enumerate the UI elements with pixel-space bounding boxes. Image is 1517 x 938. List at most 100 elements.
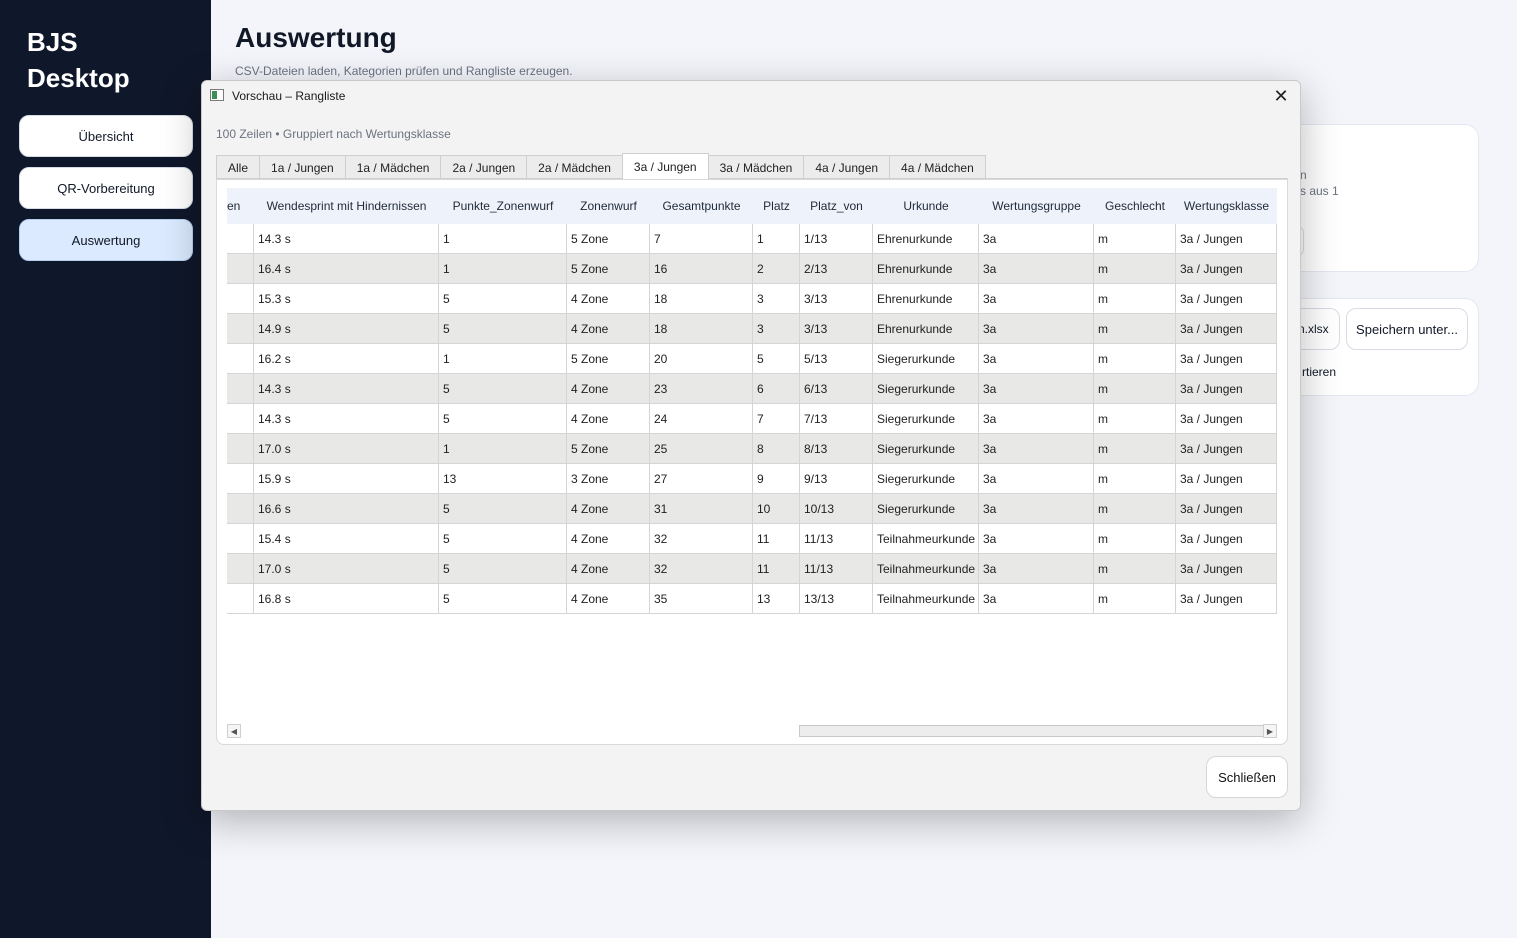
column-header[interactable]: Urkunde <box>873 188 979 224</box>
table-cell: 3a / Jungen <box>1176 254 1277 283</box>
table-cell: Ehrenurkunde <box>873 284 979 313</box>
tab-alle[interactable]: Alle <box>216 155 261 179</box>
tab-3a-mädchen[interactable]: 3a / Mädchen <box>707 155 805 179</box>
table-cell: 1 <box>753 224 800 253</box>
tab-1a-jungen[interactable]: 1a / Jungen <box>259 155 346 179</box>
table-row[interactable]: 14.3 s54 Zone 24 7 7/13 Siegerurkunde 3a m 3a /… <box>227 404 1277 434</box>
ranking-table[interactable]: en Wendesprint mit Hindernissen Punkte_Zon… <box>227 188 1277 718</box>
table-row[interactable]: 16.4 s15 Zone 16 2 2/13 Ehrenurkunde 3a m 3a / … <box>227 254 1277 284</box>
column-header[interactable]: Platz_von <box>800 188 873 224</box>
column-header[interactable]: Geschlecht <box>1094 188 1176 224</box>
table-row[interactable]: 15.3 s54 Zone 18 3 3/13 Ehrenurkunde 3a m 3a / … <box>227 284 1277 314</box>
table-cell: 3a <box>979 494 1094 523</box>
table-row[interactable]: 15.9 s 13 3 Zone 27 9 9/13 Siegerurkunde 3a m 3a … <box>227 464 1277 494</box>
table-cell: 5 Zone <box>567 344 650 373</box>
table-cell: 18 <box>650 314 753 343</box>
table-cell: m <box>1094 254 1176 283</box>
table-cell: 14.3 s <box>254 374 439 403</box>
table-cell: 4 Zone <box>567 584 650 613</box>
table-cell: 1 <box>439 224 567 253</box>
table-cell: 3a / Jungen <box>1176 524 1277 553</box>
table-row[interactable]: 16.6 s54 Zone 31 10 10/13 Siegerurkunde 3a m 3a… <box>227 494 1277 524</box>
table-cell: 3a <box>979 584 1094 613</box>
tab-2a-jungen[interactable]: 2a / Jungen <box>440 155 528 179</box>
table-row[interactable]: 17.0 s15 Zone 25 8 8/13 Siegerurkunde 3a m 3a /… <box>227 434 1277 464</box>
table-cell: 20 <box>650 344 753 373</box>
scrollbar-thumb[interactable] <box>799 725 1265 737</box>
table-cell <box>227 404 254 433</box>
column-header[interactable]: Punkte_Zonenwurf <box>439 188 567 224</box>
table-cell: m <box>1094 344 1176 373</box>
table-cell: 9/13 <box>800 464 873 493</box>
dialog-titlebar[interactable]: Vorschau – Rangliste ✕ <box>202 81 1300 111</box>
table-cell: 3a / Jungen <box>1176 464 1277 493</box>
table-cell: 3a / Jungen <box>1176 374 1277 403</box>
close-button[interactable]: Schließen <box>1206 756 1288 798</box>
table-cell <box>227 434 254 463</box>
table-cell: 14.3 s <box>254 224 439 253</box>
column-header[interactable]: Platz <box>753 188 800 224</box>
export-action-label[interactable]: rtieren <box>1302 365 1336 379</box>
sidebar-item-uebersicht[interactable]: Übersicht <box>19 115 193 157</box>
table-cell: 27 <box>650 464 753 493</box>
table-cell: 1 <box>439 344 567 373</box>
table-cell: 3 <box>753 284 800 313</box>
table-row[interactable]: 14.3 s15 Zone 7 1 1/13 Ehrenurkunde 3a m 3a / J… <box>227 224 1277 254</box>
column-header[interactable]: Gesamtpunkte <box>650 188 753 224</box>
table-cell: m <box>1094 284 1176 313</box>
tab-1a-mädchen[interactable]: 1a / Mädchen <box>344 155 442 179</box>
table-cell: 4 Zone <box>567 284 650 313</box>
table-cell: 3a <box>979 524 1094 553</box>
horizontal-scrollbar[interactable]: ◀ ▶ <box>227 724 1277 738</box>
table-row[interactable]: 17.0 s54 Zone 32 11 11/13 Teilnahmeurkunde 3a… <box>227 554 1277 584</box>
table-row[interactable]: 15.4 s54 Zone 32 11 11/13 Teilnahmeurkunde 3a… <box>227 524 1277 554</box>
scroll-right-icon[interactable]: ▶ <box>1263 724 1277 738</box>
table-cell: 3a / Jungen <box>1176 434 1277 463</box>
scroll-left-icon[interactable]: ◀ <box>227 724 241 738</box>
table-cell: 3a <box>979 374 1094 403</box>
table-cell: m <box>1094 524 1176 553</box>
table-cell: Ehrenurkunde <box>873 314 979 343</box>
table-cell: 5 <box>439 284 567 313</box>
column-header[interactable]: Wertungsgruppe <box>979 188 1094 224</box>
table-cell: 5 <box>439 524 567 553</box>
table-cell: 4 Zone <box>567 374 650 403</box>
table-row[interactable]: 14.3 s54 Zone 23 6 6/13 Siegerurkunde 3a m 3a /… <box>227 374 1277 404</box>
tab-4a-jungen[interactable]: 4a / Jungen <box>803 155 891 179</box>
table-cell: 1 <box>439 434 567 463</box>
table-cell: 13 <box>439 464 567 493</box>
table-cell: 3a <box>979 464 1094 493</box>
row-count-info: 100 Zeilen • Gruppiert nach Wertungsklas… <box>216 127 451 141</box>
save-as-button[interactable]: Speichern unter... <box>1346 308 1468 350</box>
table-cell: m <box>1094 554 1176 583</box>
file-card-text: n <box>1300 168 1307 182</box>
table-cell: 6/13 <box>800 374 873 403</box>
table-cell: 7 <box>753 404 800 433</box>
sidebar-item-auswertung[interactable]: Auswertung <box>19 219 193 261</box>
table-cell: Ehrenurkunde <box>873 254 979 283</box>
table-row[interactable]: 14.9 s54 Zone 18 3 3/13 Ehrenurkunde 3a m 3a / … <box>227 314 1277 344</box>
close-icon[interactable]: ✕ <box>1270 85 1292 107</box>
column-header[interactable]: Wendesprint mit Hindernissen <box>254 188 439 224</box>
column-header[interactable]: Wertungsklasse <box>1176 188 1277 224</box>
tab-2a-mädchen[interactable]: 2a / Mädchen <box>526 155 623 179</box>
export-file-button[interactable] <box>1300 308 1340 350</box>
table-cell: 7/13 <box>800 404 873 433</box>
table-cell: Siegerurkunde <box>873 404 979 433</box>
table-cell: 16.2 s <box>254 344 439 373</box>
table-cell: 3a <box>979 344 1094 373</box>
table-row[interactable]: 16.8 s54 Zone 35 13 13/13 Teilnahmeurkunde 3a… <box>227 584 1277 614</box>
tab-4a-mädchen[interactable]: 4a / Mädchen <box>889 155 986 179</box>
table-row[interactable]: 16.2 s15 Zone 20 5 5/13 Siegerurkunde 3a m 3a /… <box>227 344 1277 374</box>
table-cell: m <box>1094 314 1176 343</box>
table-cell: 4 Zone <box>567 494 650 523</box>
table-cell: 3a <box>979 254 1094 283</box>
column-header[interactable]: Zonenwurf <box>567 188 650 224</box>
table-cell: 5 Zone <box>567 224 650 253</box>
table-cell: 3a <box>979 554 1094 583</box>
table-cell <box>227 554 254 583</box>
column-header[interactable]: en <box>227 188 254 224</box>
sidebar-item-qr-vorbereitung[interactable]: QR-Vorbereitung <box>19 167 193 209</box>
tab-3a-jungen[interactable]: 3a / Jungen <box>621 153 709 179</box>
table-cell <box>227 344 254 373</box>
